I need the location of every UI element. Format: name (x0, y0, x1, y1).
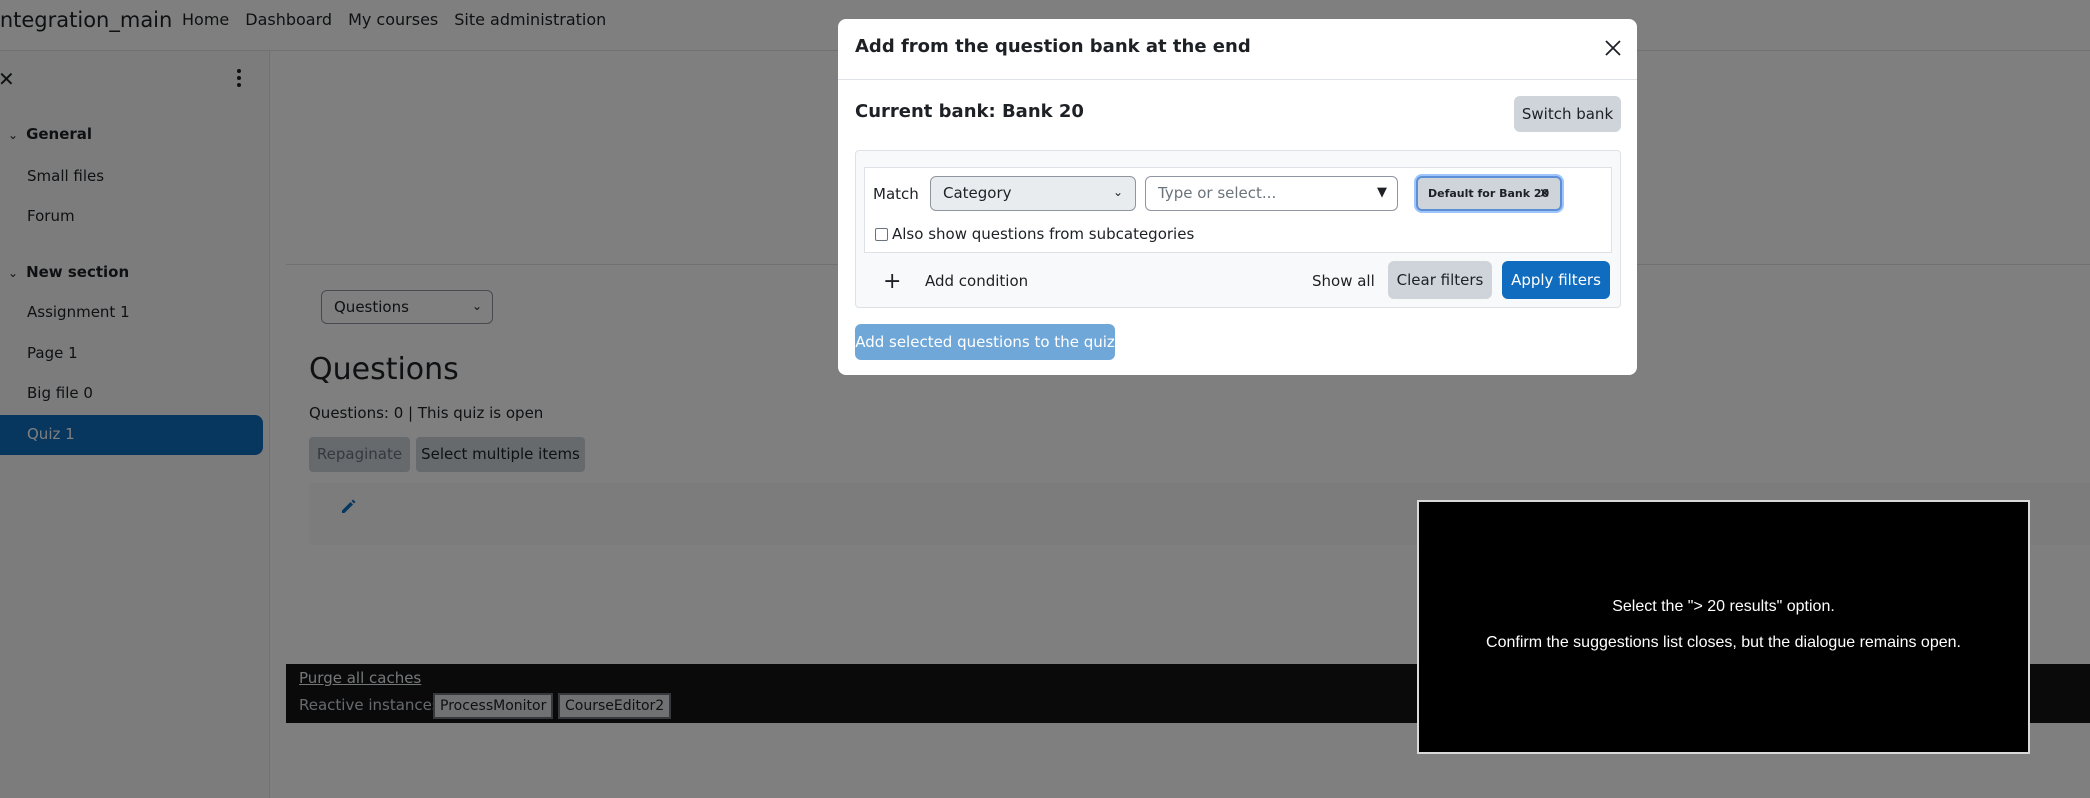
test-instructions-panel: Select the "> 20 results" option. Confir… (1417, 500, 2030, 754)
modal-header: Add from the question bank at the end (838, 19, 1637, 80)
match-label: Match (873, 185, 919, 203)
caret-down-icon[interactable]: ▼ (1377, 185, 1387, 200)
instruction-line-2: Confirm the suggestions list closes, but… (1486, 634, 1961, 651)
question-bank-dialog: Add from the question bank at the end Cu… (838, 19, 1637, 375)
instruction-line-1: Select the "> 20 results" option. (1612, 598, 1835, 615)
apply-filters-button[interactable]: Apply filters (1502, 261, 1610, 299)
condition-type-select[interactable]: Category ⌄ (930, 176, 1136, 211)
modal-title: Add from the question bank at the end (855, 36, 1251, 57)
add-selected-questions-button[interactable]: Add selected questions to the quiz (855, 324, 1115, 360)
subcategories-checkbox[interactable] (875, 227, 888, 241)
close-icon[interactable] (1602, 37, 1624, 59)
category-autocomplete-input[interactable]: Type or select... ▼ (1145, 176, 1398, 211)
subcategories-label[interactable]: Also show questions from subcategories (892, 225, 1194, 243)
plus-icon[interactable]: + (883, 269, 901, 294)
filter-condition-row: Match Category ⌄ Type or select... ▼ Def… (864, 167, 1612, 253)
selected-category-label: Default for Bank 20 (1428, 187, 1550, 200)
clear-filters-button[interactable]: Clear filters (1388, 261, 1492, 299)
switch-bank-button[interactable]: Switch bank (1514, 96, 1621, 132)
chevron-down-icon: ⌄ (1112, 185, 1123, 199)
filter-panel: Match Category ⌄ Type or select... ▼ Def… (855, 150, 1621, 308)
autocomplete-placeholder: Type or select... (1158, 184, 1277, 202)
add-condition-button[interactable]: Add condition (925, 272, 1028, 290)
show-all-link[interactable]: Show all (1312, 272, 1375, 290)
condition-type-value: Category (943, 184, 1012, 202)
current-bank-heading: Current bank: Bank 20 (855, 101, 1084, 122)
subcategories-option: Also show questions from subcategories (875, 225, 1194, 243)
remove-chip-icon[interactable]: × (1539, 178, 1550, 209)
selected-category-chip[interactable]: Default for Bank 20 × (1416, 176, 1562, 211)
